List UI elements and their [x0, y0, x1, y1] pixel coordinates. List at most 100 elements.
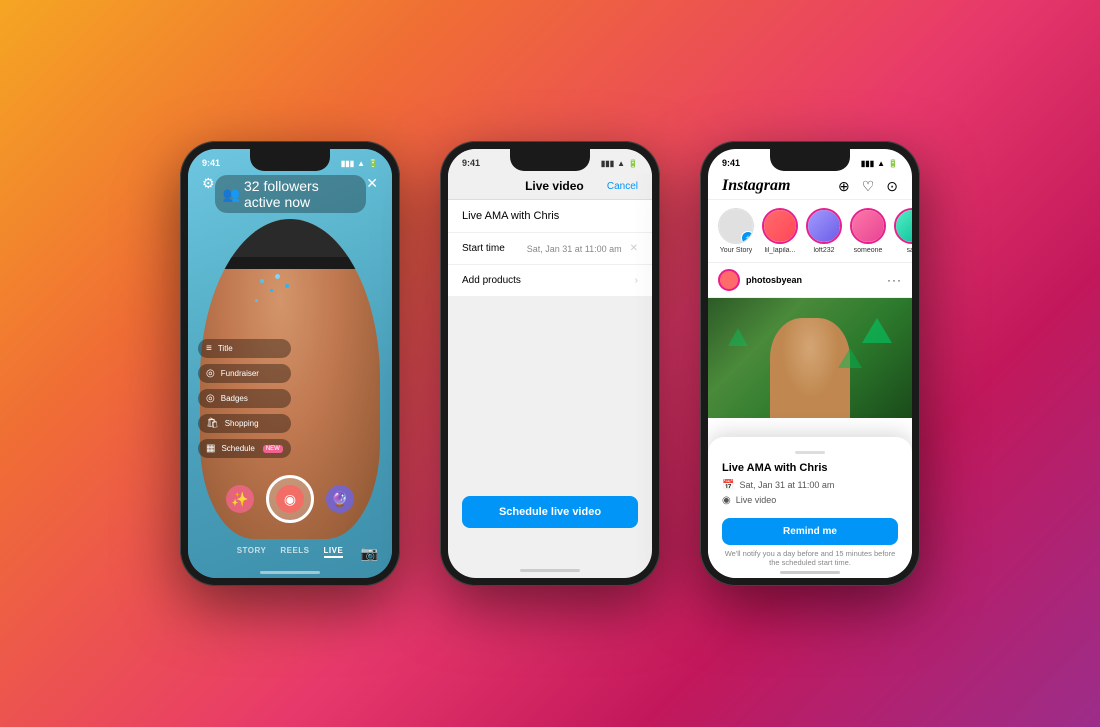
shopping-icon: 🛍: [206, 418, 219, 429]
story-item-your[interactable]: Your Story: [718, 208, 754, 254]
effect-btn[interactable]: ✨: [226, 485, 254, 513]
modal-handle: [795, 451, 825, 454]
status-time: 9:41: [722, 158, 740, 168]
fundraiser-icon: ◎: [206, 368, 215, 379]
nav-reels[interactable]: REELS: [280, 546, 309, 558]
notch: [770, 149, 850, 171]
live-title-row: Live AMA with Chris: [448, 200, 652, 233]
live-reminder-modal: Live AMA with Chris 📅 Sat, Jan 31 at 11:…: [708, 437, 912, 579]
status-time: 9:41: [462, 158, 480, 168]
title-icon: ≡: [206, 343, 212, 354]
schedule-icon: ▦: [206, 443, 215, 454]
start-time-value: Sat, Jan 31 at 11:00 am ✕: [527, 243, 638, 254]
story-label-2: loft232: [813, 247, 834, 254]
start-time-display: Sat, Jan 31 at 11:00 am: [527, 244, 622, 254]
story-label-1: lil_lapila...: [765, 247, 796, 254]
stories-row: Your Story lil_lapila... loft232 someone: [708, 200, 912, 263]
heart-icon[interactable]: ♡: [862, 178, 875, 195]
schedule-live-video-button[interactable]: Schedule live video: [462, 496, 638, 528]
story-item-4[interactable]: sas: [894, 208, 912, 254]
status-icons: ▮▮▮▲🔋: [341, 159, 378, 168]
remind-me-button[interactable]: Remind me: [722, 518, 898, 545]
menu-badges-label: Badges: [221, 394, 248, 403]
status-time: 9:41: [202, 158, 220, 168]
post-user-avatar: [718, 269, 740, 291]
top-icons-bar: ⚙ 👥 32 followers active now ✕: [188, 175, 392, 213]
followers-count: 32 followers active now: [244, 178, 358, 210]
post-person: [770, 318, 850, 418]
triangle-3: [728, 328, 748, 346]
header-icons: ⊕ ♡ ⊙: [838, 178, 898, 195]
add-post-icon[interactable]: ⊕: [838, 178, 850, 195]
record-button[interactable]: ◉: [266, 475, 314, 523]
your-story-avatar: [718, 208, 754, 244]
post-more-options[interactable]: ···: [887, 273, 902, 287]
modal-date-text: Sat, Jan 31 at 11:00 am: [739, 480, 834, 490]
flip-camera-icon[interactable]: 📷: [361, 545, 378, 562]
menu-title-label: Title: [218, 344, 233, 353]
story-label-4: sas: [907, 247, 912, 254]
form-body: Live AMA with Chris Start time Sat, Jan …: [448, 200, 652, 297]
modal-date-detail: 📅 Sat, Jan 31 at 11:00 am: [722, 480, 898, 491]
form-header: Live video Cancel: [448, 173, 652, 200]
post-username[interactable]: photosbyean: [746, 275, 802, 285]
record-inner: ◉: [276, 485, 304, 513]
bottom-controls: ✨ ◉ 🔮: [188, 475, 392, 523]
story-item-2[interactable]: loft232: [806, 208, 842, 254]
badges-icon: ◎: [206, 393, 215, 404]
status-icons: ▮▮▮▲🔋: [861, 159, 898, 168]
clear-time-button[interactable]: ✕: [630, 243, 638, 254]
phone-instagram: 9:41 ▮▮▮▲🔋 Instagram ⊕ ♡ ⊙ Your Story: [700, 141, 920, 586]
menu-shopping-label: Shopping: [225, 419, 259, 428]
post-image: [708, 298, 912, 418]
menu-schedule-label: Schedule: [221, 444, 254, 453]
schedule-btn-container: Schedule live video: [448, 476, 652, 548]
live-video-icon: ◉: [722, 495, 731, 506]
phone-camera: 9:41 ▮▮▮▲🔋 ⚙ 👥 32 followers active now ✕…: [180, 141, 400, 586]
menu-title[interactable]: ≡ Title: [198, 339, 291, 358]
story-item-1[interactable]: lil_lapila...: [762, 208, 798, 254]
instagram-header: Instagram ⊕ ♡ ⊙: [708, 173, 912, 200]
instagram-logo: Instagram: [722, 177, 790, 195]
story-label-3: someone: [854, 247, 883, 254]
start-time-row[interactable]: Start time Sat, Jan 31 at 11:00 am ✕: [448, 233, 652, 265]
remind-note-text: We'll notify you a day before and 15 min…: [722, 549, 898, 569]
menu-badges[interactable]: ◎ Badges: [198, 389, 291, 408]
notch: [510, 149, 590, 171]
hat-decoration: [230, 219, 350, 269]
triangle-2: [838, 348, 862, 368]
post-header: photosbyean ···: [708, 263, 912, 298]
modal-event-title: Live AMA with Chris: [722, 462, 898, 474]
messenger-icon[interactable]: ⊙: [886, 178, 898, 195]
cancel-button[interactable]: Cancel: [607, 181, 638, 192]
filter-btn[interactable]: 🔮: [326, 485, 354, 513]
story-avatar-4: [894, 208, 912, 244]
triangle-1: [862, 318, 892, 343]
live-wave-icon: ◉: [284, 491, 296, 508]
nav-live[interactable]: LIVE: [324, 546, 344, 558]
add-products-row[interactable]: Add products ›: [448, 265, 652, 297]
nav-story[interactable]: STORY: [237, 546, 267, 558]
phone-schedule: 9:41 ▮▮▮▲🔋 Live video Cancel Live AMA wi…: [440, 141, 660, 586]
chevron-right-icon: ›: [635, 275, 638, 286]
live-menu: ≡ Title ◎ Fundraiser ◎ Badges 🛍 Shopping…: [198, 339, 291, 458]
form-title: Live video: [525, 179, 584, 193]
followers-badge: 👥 32 followers active now: [215, 175, 367, 213]
status-icons: ▮▮▮▲🔋: [601, 159, 638, 168]
notch: [250, 149, 330, 171]
live-title-text: Live AMA with Chris: [462, 210, 559, 222]
close-icon[interactable]: ✕: [366, 175, 378, 213]
settings-icon[interactable]: ⚙: [202, 175, 215, 213]
menu-shopping[interactable]: 🛍 Shopping: [198, 414, 291, 433]
add-products-label: Add products: [462, 275, 521, 286]
modal-live-text: Live video: [736, 495, 777, 505]
menu-schedule[interactable]: ▦ Schedule NEW: [198, 439, 291, 458]
your-story-label: Your Story: [720, 247, 752, 254]
menu-fundraiser[interactable]: ◎ Fundraiser: [198, 364, 291, 383]
story-avatar-2: [806, 208, 842, 244]
story-avatar-3: [850, 208, 886, 244]
story-item-3[interactable]: someone: [850, 208, 886, 254]
calendar-icon: 📅: [722, 480, 734, 491]
menu-fundraiser-label: Fundraiser: [221, 369, 259, 378]
start-time-label: Start time: [462, 243, 505, 254]
